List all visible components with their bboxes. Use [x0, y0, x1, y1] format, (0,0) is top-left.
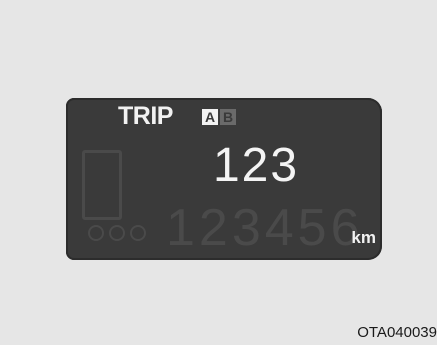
odometer-ghost-digits: 123456 [166, 199, 364, 257]
lcd-display: TRIP A B 123456 123 km [66, 98, 382, 260]
trip-value: 123 [212, 139, 300, 192]
ghost-dots [88, 225, 162, 241]
trip-a-indicator: A [202, 109, 218, 125]
ghost-segment-digit [82, 150, 122, 220]
unit-label: km [351, 228, 376, 247]
trip-label: TRIP [118, 102, 173, 130]
figure-caption: OTA040039 [357, 324, 437, 341]
trip-b-indicator: B [220, 109, 236, 125]
